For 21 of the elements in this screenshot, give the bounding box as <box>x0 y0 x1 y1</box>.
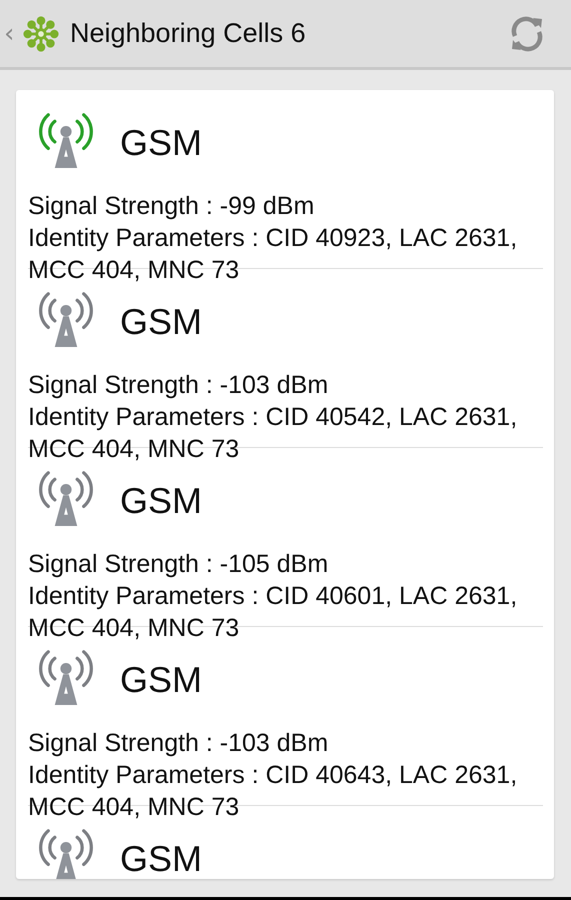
cell-tower-icon <box>38 110 94 170</box>
network-type: GSM <box>120 838 202 879</box>
cell-tower-icon <box>38 647 94 707</box>
cell-tower-icon <box>38 289 94 349</box>
network-type: GSM <box>120 480 202 522</box>
network-type: GSM <box>120 122 202 164</box>
identity-parameters: Identity Parameters : CID 40601, LAC 2631, MCC 404, MNC 73 <box>28 581 518 644</box>
signal-strength: Signal Strength : -105 dBm <box>28 549 330 580</box>
back-caret[interactable]: ‹ <box>4 18 20 48</box>
network-type: GSM <box>120 659 202 701</box>
cell-tower-icon <box>38 468 94 528</box>
identity-parameters: Identity Parameters : CID 40923, LAC 2631, MCC 404, MNC 73 <box>28 223 518 286</box>
identity-parameters: Identity Parameters : CID 40643, LAC 2631, MCC 404, MNC 73 <box>28 760 518 823</box>
signal-strength: Signal Strength : -99 dBm <box>28 191 316 222</box>
screen-title: Neighboring Cells 6 <box>70 18 307 49</box>
flower-logo-icon[interactable] <box>22 14 60 52</box>
network-type: GSM <box>120 301 202 343</box>
cell-tower-icon <box>38 826 94 879</box>
signal-strength: Signal Strength : -103 dBm <box>28 728 330 759</box>
identity-parameters: Identity Parameters : CID 40542, LAC 2631, MCC 404, MNC 73 <box>28 402 518 465</box>
signal-strength: Signal Strength : -103 dBm <box>28 370 330 401</box>
